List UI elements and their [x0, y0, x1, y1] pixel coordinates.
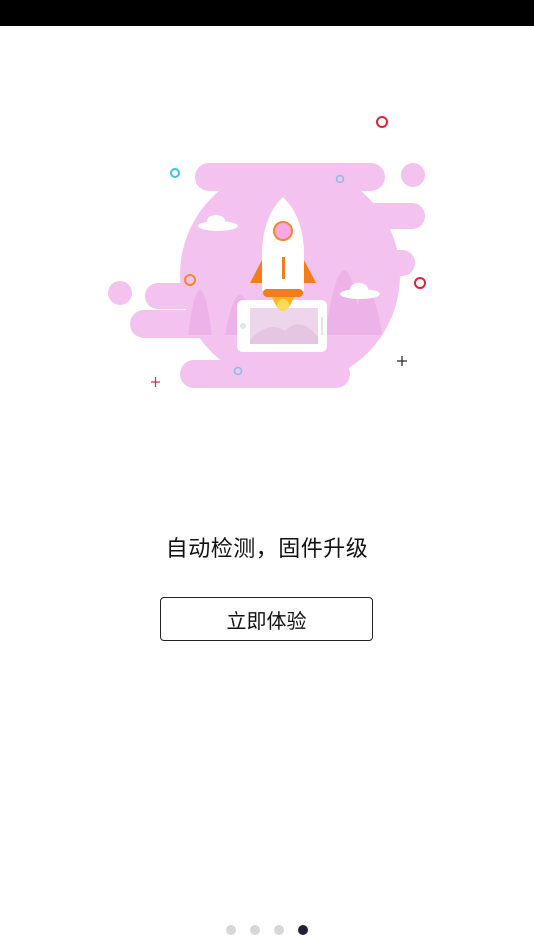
page-dot-3 — [274, 925, 284, 935]
status-bar — [0, 0, 534, 26]
try-now-button[interactable]: 立即体验 — [160, 597, 373, 641]
rocket-illustration — [100, 105, 440, 405]
page-dot-2 — [250, 925, 260, 935]
page-dot-1 — [226, 925, 236, 935]
feature-tagline: 自动检测，固件升级 — [165, 537, 369, 562]
rocket-launch-icon — [108, 116, 426, 388]
page-indicator — [0, 925, 534, 935]
page-dot-4-active — [298, 925, 308, 935]
try-now-button-label: 立即体验 — [226, 608, 307, 633]
